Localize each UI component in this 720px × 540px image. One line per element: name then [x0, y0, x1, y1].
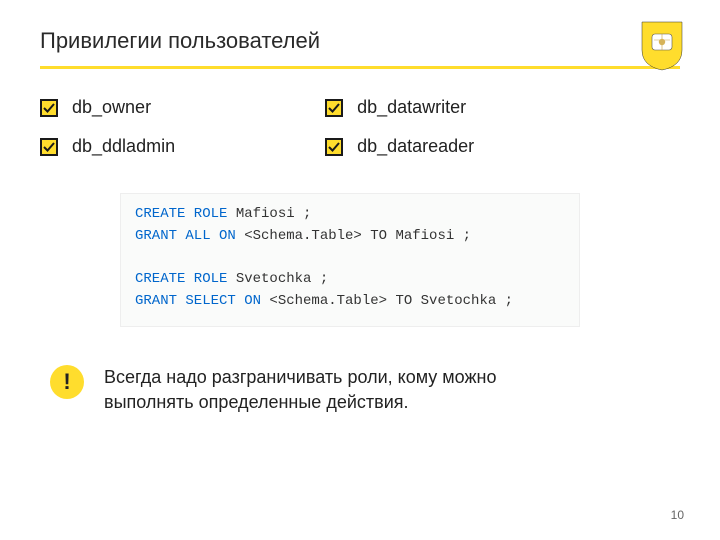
role-label: db_datawriter: [357, 97, 466, 118]
role-item: db_owner: [40, 97, 175, 118]
page-number: 10: [671, 508, 684, 522]
note-block: ! Всегда надо разграничивать роли, кому …: [50, 365, 680, 414]
code-keyword: GRANT ALL ON: [135, 228, 244, 244]
roles-col-left: db_owner db_ddladmin: [40, 97, 175, 157]
role-item: db_ddladmin: [40, 136, 175, 157]
code-text: Svetochka ;: [236, 271, 328, 287]
roles-grid: db_owner db_ddladmin db_datawriter db_da…: [40, 97, 680, 157]
code-keyword: CREATE ROLE: [135, 271, 236, 287]
alert-icon: !: [50, 365, 84, 399]
code-keyword: GRANT SELECT ON: [135, 293, 269, 309]
code-text: <Schema.Table> TO Mafiosi ;: [244, 228, 471, 244]
check-icon: [325, 99, 343, 117]
code-text: <Schema.Table> TO Svetochka ;: [269, 293, 513, 309]
role-label: db_owner: [72, 97, 151, 118]
title-divider: [40, 66, 680, 69]
role-item: db_datareader: [325, 136, 474, 157]
roles-col-right: db_datawriter db_datareader: [325, 97, 474, 157]
code-keyword: CREATE ROLE: [135, 206, 236, 222]
role-label: db_ddladmin: [72, 136, 175, 157]
note-text: Всегда надо разграничивать роли, кому мо…: [104, 365, 534, 414]
role-item: db_datawriter: [325, 97, 474, 118]
tinkoff-logo: [640, 20, 684, 72]
role-label: db_datareader: [357, 136, 474, 157]
code-block: CREATE ROLE Mafiosi ; GRANT ALL ON <Sche…: [120, 193, 580, 327]
check-icon: [325, 138, 343, 156]
check-icon: [40, 138, 58, 156]
check-icon: [40, 99, 58, 117]
slide-title: Привилегии пользователей: [40, 28, 680, 54]
code-text: Mafiosi ;: [236, 206, 312, 222]
